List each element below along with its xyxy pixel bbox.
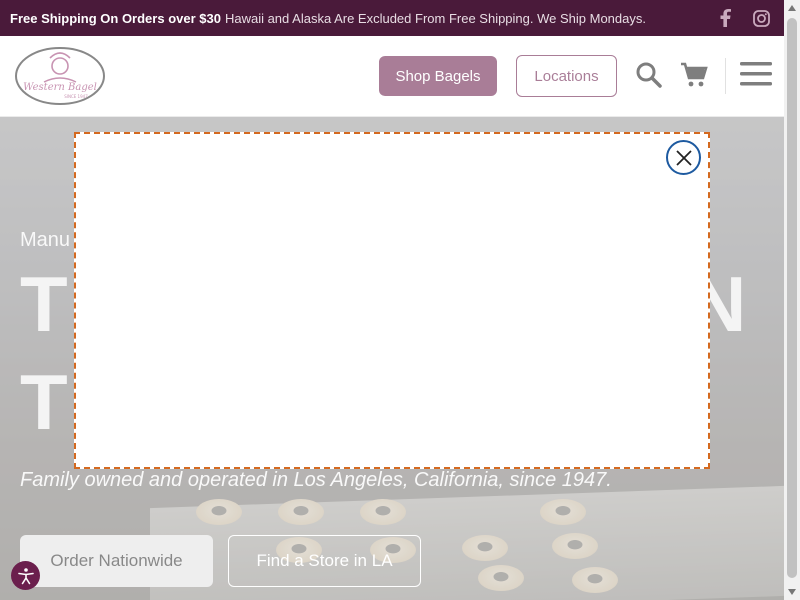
popup-modal <box>74 132 710 469</box>
close-icon[interactable] <box>666 140 701 175</box>
accessibility-icon[interactable] <box>11 561 40 590</box>
facebook-icon[interactable] <box>719 9 731 27</box>
announcement-bar: Free Shipping On Orders over $30 Hawaii … <box>0 0 800 36</box>
scrollbar-thumb[interactable] <box>787 18 797 578</box>
announcement-text: Hawaii and Alaska Are Excluded From Free… <box>224 10 646 26</box>
announcement-bold-text: Free Shipping On Orders over $30 <box>10 10 221 26</box>
social-links <box>719 0 770 36</box>
page-scrollbar[interactable] <box>784 0 800 600</box>
instagram-icon[interactable] <box>753 9 770 27</box>
scroll-down-arrow-icon[interactable] <box>784 584 800 600</box>
scroll-up-arrow-icon[interactable] <box>784 0 800 16</box>
